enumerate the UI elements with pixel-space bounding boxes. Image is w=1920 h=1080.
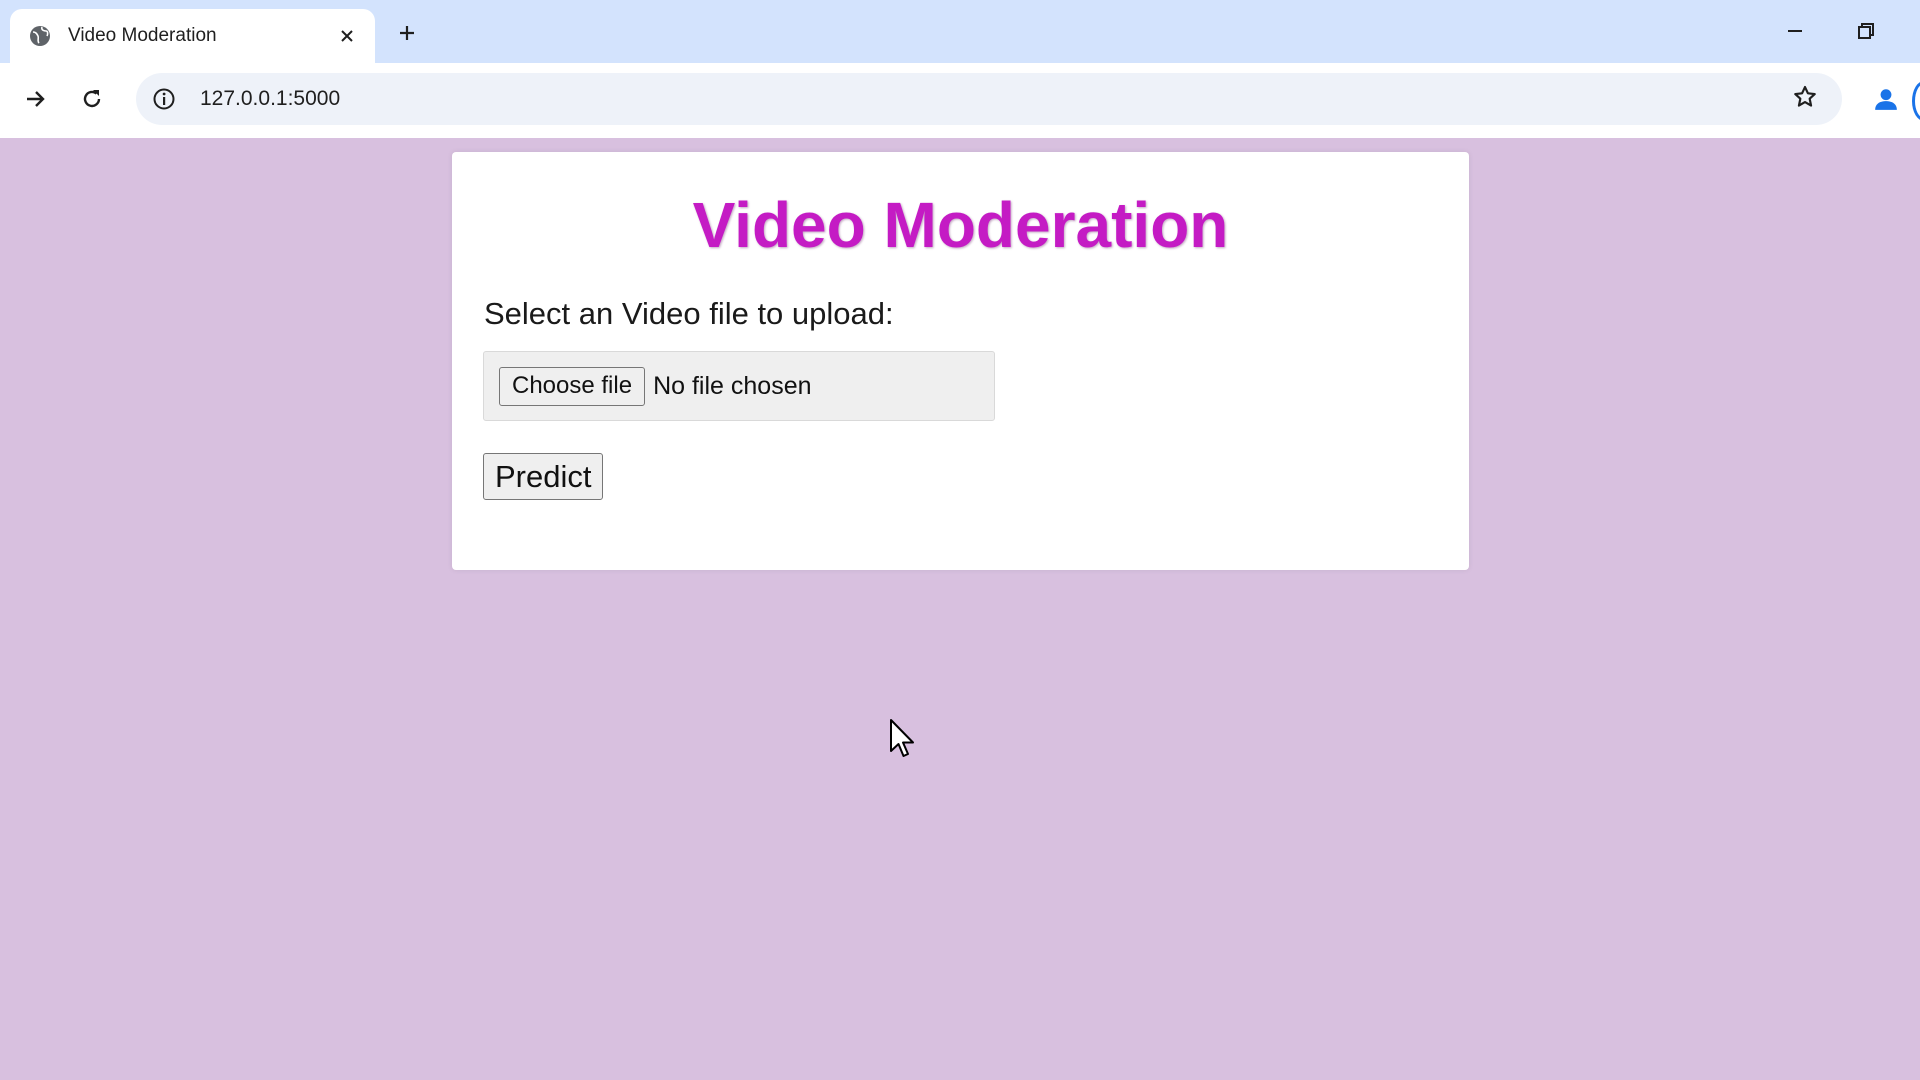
close-icon[interactable] bbox=[333, 22, 361, 50]
arrow-forward-icon[interactable] bbox=[15, 79, 55, 119]
minimize-icon[interactable] bbox=[1775, 14, 1815, 48]
mouse-cursor-icon bbox=[890, 719, 914, 757]
browser-toolbar: 127.0.0.1:5000 bbox=[0, 63, 1920, 138]
file-status-text: No file chosen bbox=[653, 371, 812, 400]
tab-title: Video Moderation bbox=[68, 25, 217, 46]
upload-card: Video Moderation Select an Video file to… bbox=[452, 152, 1469, 570]
star-icon[interactable] bbox=[1785, 77, 1825, 117]
url-text[interactable]: 127.0.0.1:5000 bbox=[200, 87, 340, 111]
upload-label: Select an Video file to upload: bbox=[484, 296, 894, 331]
choose-file-button[interactable]: Choose file bbox=[499, 366, 646, 406]
person-icon[interactable] bbox=[1866, 79, 1906, 119]
browser-tab[interactable]: Video Moderation bbox=[10, 9, 375, 63]
info-icon[interactable] bbox=[148, 83, 180, 115]
restore-icon[interactable] bbox=[1846, 14, 1886, 48]
address-bar[interactable]: 127.0.0.1:5000 bbox=[136, 73, 1842, 125]
plus-icon[interactable] bbox=[391, 17, 423, 49]
predict-button[interactable]: Predict bbox=[483, 453, 604, 500]
globe-icon bbox=[28, 24, 52, 48]
reload-icon[interactable] bbox=[72, 79, 112, 119]
page-title: Video Moderation bbox=[692, 189, 1229, 261]
file-input[interactable]: Choose file No file chosen bbox=[483, 351, 995, 421]
page-viewport: Video Moderation Select an Video file to… bbox=[0, 138, 1920, 1080]
tab-strip: Video Moderation bbox=[0, 0, 1920, 63]
